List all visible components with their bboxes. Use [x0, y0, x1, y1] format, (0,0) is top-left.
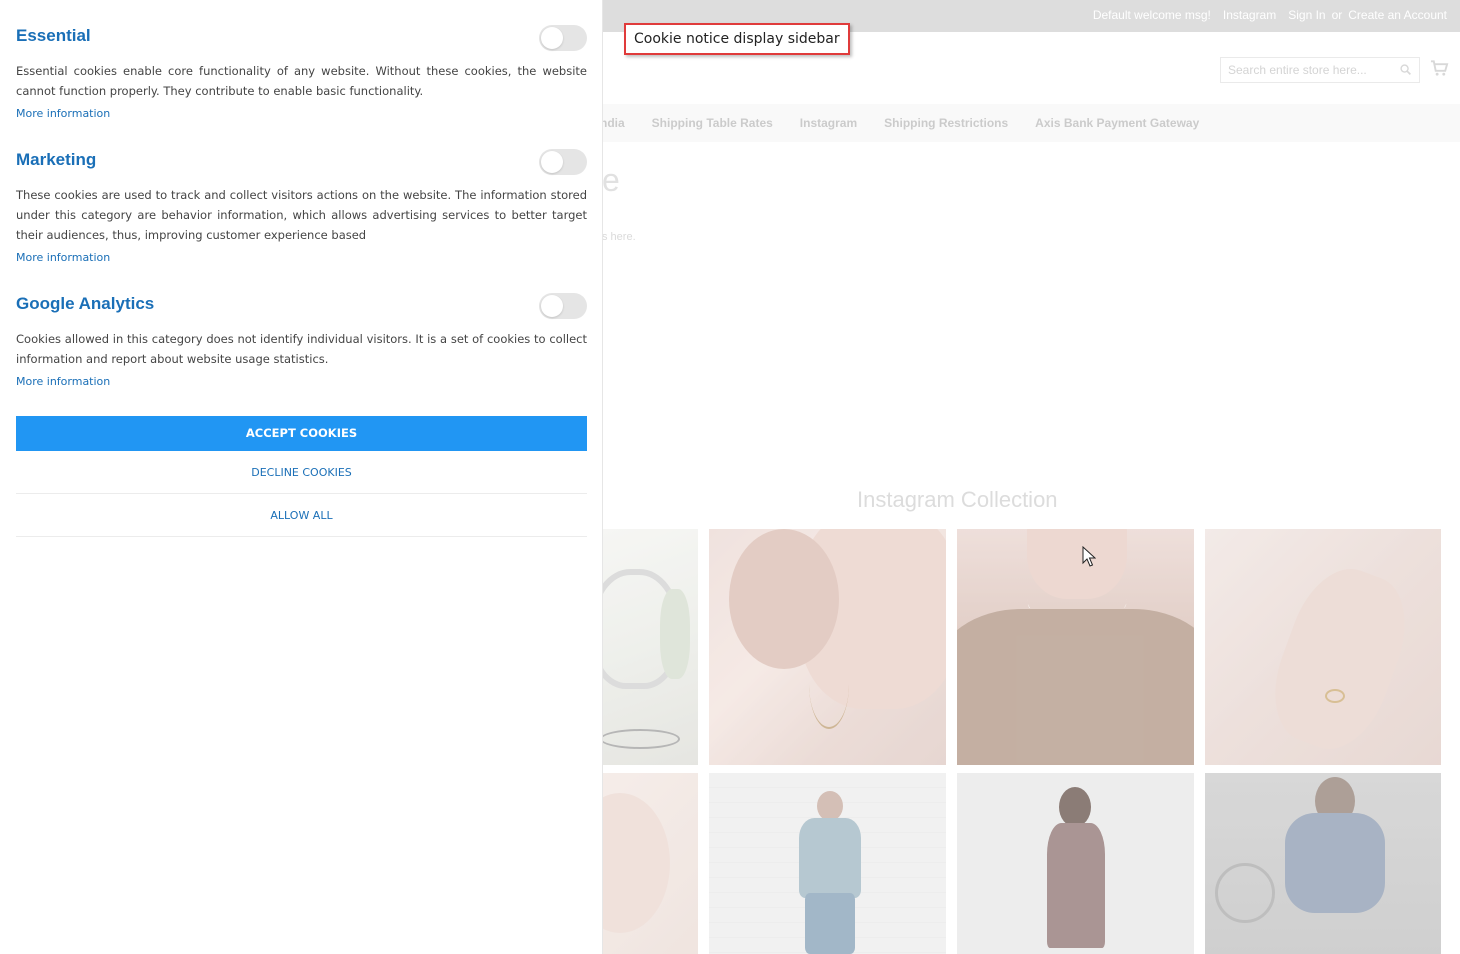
sign-in-link[interactable]: Sign In [1288, 8, 1325, 22]
instagram-tile-chair[interactable] [600, 529, 698, 765]
cookie-section-marketing: Marketing These cookies are used to trac… [16, 149, 587, 264]
cart-icon[interactable] [1430, 59, 1449, 77]
search-input[interactable] [1221, 58, 1391, 82]
section-description: Essential cookies enable core functional… [16, 64, 587, 98]
instagram-tile-jewelry[interactable] [600, 773, 698, 954]
section-title: Google Analytics [16, 294, 155, 313]
google-analytics-toggle[interactable] [539, 293, 587, 319]
instagram-tile-bracelet[interactable] [709, 529, 946, 765]
allow-all-button[interactable]: ALLOW ALL [16, 494, 587, 537]
or-separator: or [1331, 8, 1343, 22]
search-icon[interactable] [1400, 64, 1411, 75]
essential-toggle[interactable] [539, 25, 587, 51]
annotation-callout: Cookie notice display sidebar [624, 23, 850, 55]
instagram-tile-necklace[interactable] [957, 529, 1194, 765]
nav-item-instagram[interactable]: Instagram [800, 116, 857, 130]
instagram-link[interactable]: Instagram [1223, 8, 1276, 22]
mouse-cursor-icon [1082, 546, 1096, 567]
decline-cookies-button[interactable]: DECLINE COOKIES [16, 451, 587, 494]
page-title: e [602, 162, 620, 198]
header-links: Default welcome msg! Instagram Sign In o… [1093, 8, 1447, 22]
more-information-link[interactable]: More information [16, 375, 587, 388]
search-box [1220, 57, 1420, 83]
cookie-section-google-analytics: Google Analytics Cookies allowed in this… [16, 293, 587, 388]
cookie-section-essential: Essential Essential cookies enable core … [16, 25, 587, 120]
welcome-message: Default welcome msg! [1092, 8, 1211, 22]
nav-item-india[interactable]: ndia [600, 116, 625, 130]
more-information-link[interactable]: More information [16, 251, 587, 264]
instagram-tile-man-reading[interactable] [1205, 773, 1441, 954]
instagram-tile-man-jacket[interactable] [709, 773, 946, 954]
section-title: Marketing [16, 150, 97, 169]
create-account-link[interactable]: Create an Account [1348, 8, 1447, 22]
nav-item-axis-bank[interactable]: Axis Bank Payment Gateway [1035, 116, 1199, 130]
section-description: These cookies are used to track and coll… [16, 188, 587, 242]
instagram-tile-woman-dress[interactable] [957, 773, 1194, 954]
accept-cookies-button[interactable]: ACCEPT COOKIES [16, 416, 587, 451]
more-information-link[interactable]: More information [16, 107, 587, 120]
marketing-toggle[interactable] [539, 149, 587, 175]
page-subtext: s here. [602, 231, 636, 243]
section-title: Essential [16, 26, 91, 45]
instagram-tile-ring[interactable] [1205, 529, 1441, 765]
cookie-settings-sidebar: Essential Essential cookies enable core … [0, 0, 603, 954]
nav-item-shipping-table-rates[interactable]: Shipping Table Rates [652, 116, 773, 130]
instagram-collection-title: Instagram Collection [857, 487, 1058, 512]
section-description: Cookies allowed in this category does no… [16, 332, 587, 366]
nav-item-shipping-restrictions[interactable]: Shipping Restrictions [884, 116, 1008, 130]
